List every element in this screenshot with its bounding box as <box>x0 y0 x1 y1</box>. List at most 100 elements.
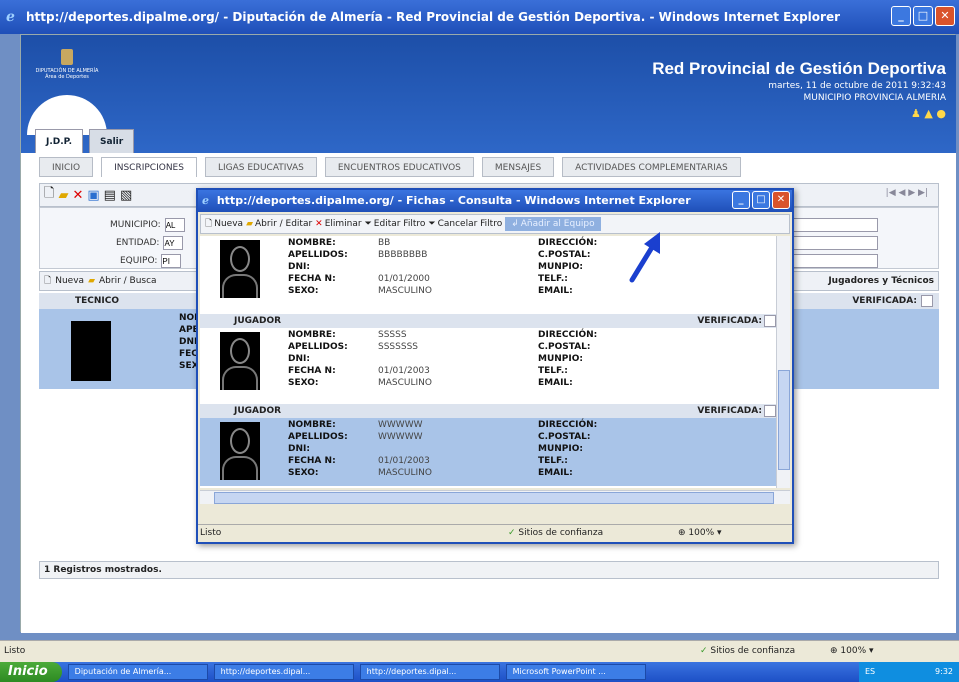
popup-zoom-label: 100% <box>688 528 715 538</box>
tab-jdp[interactable]: J.D.P. <box>35 129 84 153</box>
close-icon[interactable]: ✕ <box>772 191 790 209</box>
fecha-value: 01/01/2003 <box>378 456 430 466</box>
popup-anadir-equipo-button[interactable]: ↲ Añadir al Equipo <box>505 217 601 231</box>
verificada-checkbox[interactable] <box>764 405 776 417</box>
apellidos-label: APELLIDOS: <box>288 342 348 352</box>
direccion-label: DIRECCIÓN: <box>538 420 598 430</box>
popup-trust-label: Sitios de confianza <box>518 528 604 538</box>
municipio-right-input[interactable] <box>788 218 878 232</box>
tab-actividades-complementarias[interactable]: ACTIVIDADES COMPLEMENTARIAS <box>562 157 741 177</box>
equipo-right-input[interactable] <box>788 254 878 268</box>
minimize-icon[interactable]: _ <box>732 191 750 209</box>
taskbar-item[interactable]: Microsoft PowerPoint ... <box>505 664 646 680</box>
tab-inicio[interactable]: INICIO <box>39 157 94 177</box>
entidad-right-input[interactable] <box>788 236 878 250</box>
popup-trust-zone: ✓ Sitios de confianza <box>508 528 603 538</box>
tab-salir[interactable]: Salir <box>89 129 135 153</box>
munpio-label: MUNPIO: <box>538 444 583 454</box>
fecha-label: FECHA N: <box>288 274 336 284</box>
open-folder-icon: ▰ <box>88 276 95 286</box>
print-icon[interactable]: ▤ <box>104 188 116 203</box>
popup-cancelar-filtro-button[interactable]: ⏷ Cancelar Filtro <box>428 219 502 229</box>
new-doc-icon[interactable]: 🗋 <box>44 184 54 206</box>
zoom-label: 100% <box>840 646 867 656</box>
nombre-label: NOMBRE: <box>288 330 336 340</box>
player-avatar <box>220 332 260 390</box>
tab-mensajes[interactable]: MENSAJES <box>481 157 555 177</box>
popup-eliminar-label: Eliminar <box>324 219 362 229</box>
municipio-input[interactable] <box>164 218 185 232</box>
apellidos-label: APELLIDOS: <box>288 250 348 260</box>
status-text: Listo <box>4 646 26 656</box>
direccion-label: DIRECCIÓN: <box>538 238 598 248</box>
maximize-icon[interactable]: □ <box>913 6 933 26</box>
records-count: 1 Registros mostrados. <box>39 561 939 579</box>
logo: DIPUTACIÓN DE ALMERÍA Área de Deportes <box>27 43 107 135</box>
tab-inscripciones[interactable]: INSCRIPCIONES <box>101 157 197 177</box>
new-doc-icon: 🗋 <box>44 276 52 286</box>
maximize-icon[interactable]: □ <box>752 191 770 209</box>
popup-titlebar[interactable]: ℯ http://deportes.dipalme.org/ - Fichas … <box>198 190 792 212</box>
minimize-icon[interactable]: _ <box>891 6 911 26</box>
popup-anadir-label: Añadir al Equipo <box>520 219 595 229</box>
save-icon[interactable]: ▣ <box>87 188 99 203</box>
nombre-value: WWWWW <box>378 420 423 430</box>
close-icon[interactable]: ✕ <box>935 6 955 26</box>
popup-toolbar: 🗋 Nueva ▰ Abrir / Editar ✕ Eliminar ⏷ Editar… <box>200 214 790 234</box>
taskbar-item[interactable]: http://deportes.dipal... <box>359 664 500 680</box>
popup-abrir-button[interactable]: ▰ Abrir / Editar <box>246 219 312 229</box>
sexo-label: SEXO: <box>288 378 319 388</box>
popup-eliminar-button[interactable]: ✕ Eliminar <box>315 219 361 229</box>
ie-icon: ℯ <box>202 194 209 207</box>
tab-ligas-educativas[interactable]: LIGAS EDUCATIVAS <box>204 157 317 177</box>
scroll-thumb[interactable] <box>214 492 774 504</box>
verificada-checkbox[interactable] <box>921 295 933 307</box>
list-abrir-button[interactable]: Abrir / Busca <box>99 276 157 286</box>
open-folder-icon[interactable]: ▰ <box>58 188 68 203</box>
return-arrow-icon: ↲ <box>511 219 519 229</box>
pager-icons[interactable]: |◀ ◀ ▶ ▶| <box>886 188 928 198</box>
zoom-control[interactable]: ⊕ 100% ▾ <box>830 646 874 656</box>
list-nueva-button[interactable]: Nueva <box>55 276 84 286</box>
main-window-titlebar[interactable]: ℯ http://deportes.dipalme.org/ - Diputac… <box>0 0 959 34</box>
users-icon[interactable]: ♟ <box>911 107 921 120</box>
new-doc-icon: 🗋 <box>205 219 213 229</box>
list-item[interactable]: JUGADOR VERIFICADA: NOMBRE: SSSSS APELLI… <box>200 314 776 396</box>
email-label: EMAIL: <box>538 468 573 478</box>
verificada-checkbox[interactable] <box>764 315 776 327</box>
popup-horizontal-scrollbar[interactable] <box>200 490 790 504</box>
nombre-value: SSSSS <box>378 330 407 340</box>
taskbar-item[interactable]: Diputación de Almería... <box>67 664 208 680</box>
entidad-input[interactable] <box>163 236 184 250</box>
popup-vertical-scrollbar[interactable] <box>776 236 790 488</box>
record-body: NOMBRE: BB APELLIDOS: BBBBBBBB DNI: FECH… <box>200 236 776 304</box>
taskbar-item[interactable]: http://deportes.dipal... <box>213 664 354 680</box>
entidad-row: ENTIDAD: <box>116 236 184 250</box>
filter-icon: ⏷ <box>364 219 372 229</box>
export-icon[interactable]: ▧ <box>120 188 132 203</box>
jugador-label: JUGADOR <box>234 316 282 326</box>
equipo-input[interactable] <box>161 254 182 268</box>
start-button[interactable]: Inicio <box>0 662 62 682</box>
warning-icon[interactable]: ▲ <box>924 107 932 120</box>
list-item[interactable]: NOMBRE: BB APELLIDOS: BBBBBBBB DNI: FECH… <box>200 236 776 304</box>
popup-zoom[interactable]: ⊕ 100% ▾ <box>678 528 722 538</box>
sexo-label: SEXO: <box>288 286 319 296</box>
language-indicator[interactable]: ES <box>865 667 875 676</box>
email-label: EMAIL: <box>538 286 573 296</box>
popup-editar-filtro-button[interactable]: ⏷ Editar Filtro <box>365 219 426 229</box>
main-window-title: http://deportes.dipalme.org/ - Diputació… <box>26 10 841 24</box>
record-body: NOMBRE: WWWWW APELLIDOS: WWWWW DNI: FECH… <box>200 418 776 486</box>
tecnico-header: TECNICO <box>75 296 120 306</box>
tecnico-label-dni: DNI <box>179 337 198 347</box>
record-header: JUGADOR VERIFICADA: <box>200 314 776 328</box>
popup-nueva-button[interactable]: 🗋 Nueva <box>205 216 243 232</box>
help-icon[interactable]: ● <box>936 107 946 120</box>
scroll-thumb[interactable] <box>778 370 790 470</box>
apellidos-value: BBBBBBBB <box>378 250 428 260</box>
tab-encuentros-educativos[interactable]: ENCUENTROS EDUCATIVOS <box>324 157 474 177</box>
list-item[interactable]: JUGADOR VERIFICADA: NOMBRE: WWWWW APELLI… <box>200 404 776 486</box>
delete-icon[interactable]: ✕ <box>72 188 83 203</box>
popup-title: http://deportes.dipalme.org/ - Fichas - … <box>216 194 691 207</box>
dni-label: DNI: <box>288 444 310 454</box>
